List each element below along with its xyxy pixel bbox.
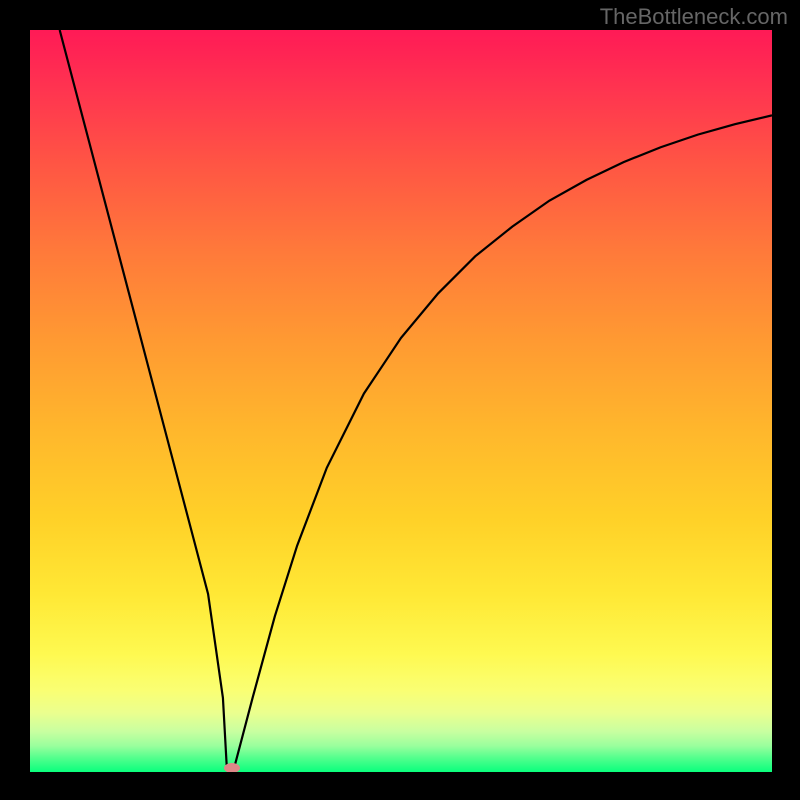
optimal-point-marker — [224, 763, 240, 772]
bottleneck-curve — [60, 30, 772, 768]
plot-area — [30, 30, 772, 772]
chart-container: TheBottleneck.com — [0, 0, 800, 800]
watermark-text: TheBottleneck.com — [600, 4, 788, 30]
curve-svg — [30, 30, 772, 772]
